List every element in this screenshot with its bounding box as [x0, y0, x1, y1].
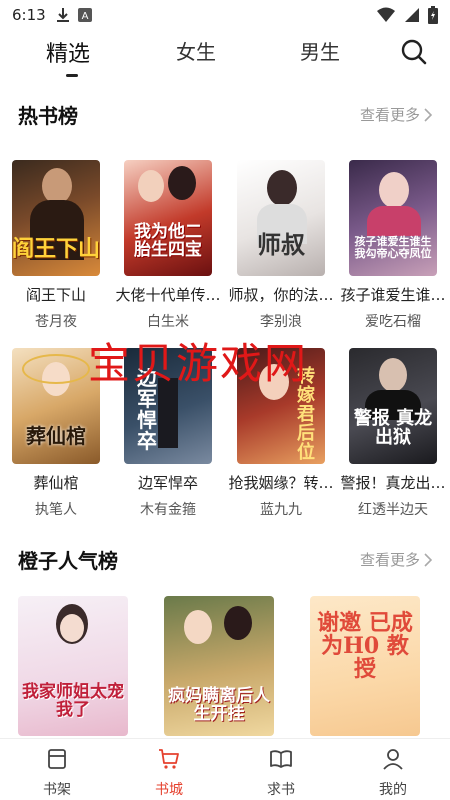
chevron-right-icon — [424, 107, 432, 122]
nav-label: 书架 — [43, 782, 71, 798]
nav-label: 我的 — [379, 782, 407, 798]
profile-icon — [383, 749, 403, 770]
orange-book-cover[interactable]: 疯妈瞒离后人生开挂 — [164, 596, 274, 736]
cover-title: 我家师姐太宠我了 — [22, 682, 124, 720]
book-cover: 孩子谁爱生谁生 我勾帝心夺凤位 — [349, 160, 437, 276]
cover-title: 阎王下山 — [12, 236, 100, 262]
orange-book-cover[interactable]: 我家师姐太宠我了 — [18, 596, 128, 736]
book-title: 大佬十代单传… — [115, 286, 221, 304]
book-title: 阎王下山 — [25, 286, 86, 304]
search-icon[interactable] — [400, 38, 428, 66]
cover-title: 葬仙棺 — [26, 424, 86, 448]
book-author: 苍月夜 — [35, 314, 77, 330]
download-icon — [56, 8, 69, 22]
cover-title: 谢邀 已成为H0 教授 — [317, 610, 413, 683]
top-tabs: 精选 女生 男生 — [0, 34, 450, 80]
book-title: 葬仙棺 — [33, 474, 79, 492]
book-title: 抢我姻缘？转… — [228, 474, 334, 492]
status-bar: 6:13 A — [0, 0, 450, 30]
orange-section-title: 橙子人气榜 — [18, 549, 118, 573]
book-author: 爱吃石榴 — [365, 314, 421, 330]
cover-title: 疯妈瞒离后人生开挂 — [168, 686, 270, 724]
signal-icon — [405, 8, 419, 22]
book-card[interactable]: 孩子谁爱生谁生 我勾帝心夺凤位 孩子谁爱生谁… 爱吃石榴 — [340, 160, 446, 331]
nav-profile[interactable]: 我的 — [348, 747, 438, 799]
book-cover: 葬仙棺 — [12, 348, 100, 464]
book-title: 边军悍卒 — [137, 474, 198, 492]
active-tab-indicator — [66, 74, 78, 77]
orange-more-link[interactable]: 查看更多 — [360, 549, 432, 570]
book-author: 李别浪 — [260, 314, 302, 330]
book-card[interactable]: 阎王下山 阎王下山 苍月夜 — [3, 160, 109, 331]
book-cover: 师叔 — [237, 160, 325, 276]
book-cover: 警报 真龙出狱 — [349, 348, 437, 464]
book-author: 白生米 — [147, 314, 189, 330]
book-author: 蓝九九 — [260, 502, 302, 518]
tab-featured[interactable]: 精选 — [46, 36, 90, 68]
book-author: 木有金箍 — [140, 502, 196, 518]
status-right — [376, 6, 438, 24]
tab-female[interactable]: 女生 — [176, 36, 216, 65]
book-card[interactable]: 师叔 师叔，你的法… 李别浪 — [228, 160, 334, 331]
cover-title: 警报 真龙出狱 — [353, 408, 433, 448]
svg-text:A: A — [81, 11, 88, 22]
book-title: 师叔，你的法… — [228, 286, 334, 304]
status-time: 6:13 — [12, 6, 46, 24]
nav-label: 书城 — [155, 782, 183, 798]
wifi-icon — [377, 7, 395, 22]
orange-book-cover[interactable]: 谢邀 已成为H0 教授 — [310, 596, 420, 736]
book-card[interactable]: 我为他二胎生四宝 大佬十代单传… 白生米 — [115, 160, 221, 331]
hot-more-label: 查看更多 — [359, 106, 420, 124]
status-icons-left: A — [56, 7, 92, 23]
book-card[interactable]: 警报 真龙出狱 警报！真龙出… 红透半边天 — [340, 348, 446, 519]
orange-more-label: 查看更多 — [359, 551, 420, 569]
nav-label: 求书 — [267, 782, 295, 798]
hot-section-title: 热书榜 — [18, 104, 78, 128]
cover-title: 孩子谁爱生谁生 我勾帝心夺凤位 — [354, 235, 432, 260]
nav-request[interactable]: 求书 — [236, 747, 326, 799]
status-left: 6:13 A — [12, 6, 92, 24]
hot-more-link[interactable]: 查看更多 — [360, 104, 432, 125]
cover-title: 我为他二胎生四宝 — [134, 222, 202, 260]
book-cover: 我为他二胎生四宝 — [124, 160, 212, 276]
bookshelf-icon — [48, 749, 66, 769]
hot-section-header: 热书榜 查看更多 — [0, 100, 450, 130]
font-icon: A — [77, 8, 92, 22]
book-author: 红透半边天 — [358, 502, 428, 518]
chevron-right-icon — [424, 552, 432, 567]
cover-title: 师叔 — [257, 230, 305, 259]
book-title: 警报！真龙出… — [340, 474, 446, 492]
orange-section-header: 橙子人气榜 查看更多 — [0, 545, 450, 575]
nav-store[interactable]: 书城 — [124, 747, 214, 799]
book-cover: 阎王下山 — [12, 160, 100, 276]
book-title: 孩子谁爱生谁… — [340, 286, 446, 304]
tab-male[interactable]: 男生 — [300, 36, 340, 65]
nav-bookshelf[interactable]: 书架 — [12, 747, 102, 799]
bottom-nav: 书架 书城 求书 我的 — [0, 738, 450, 800]
watermark-text: 宝贝游戏网 — [88, 339, 309, 388]
battery-icon — [428, 6, 438, 24]
request-book-icon — [270, 750, 292, 768]
book-author: 执笔人 — [35, 502, 77, 518]
store-cart-icon — [159, 749, 179, 769]
